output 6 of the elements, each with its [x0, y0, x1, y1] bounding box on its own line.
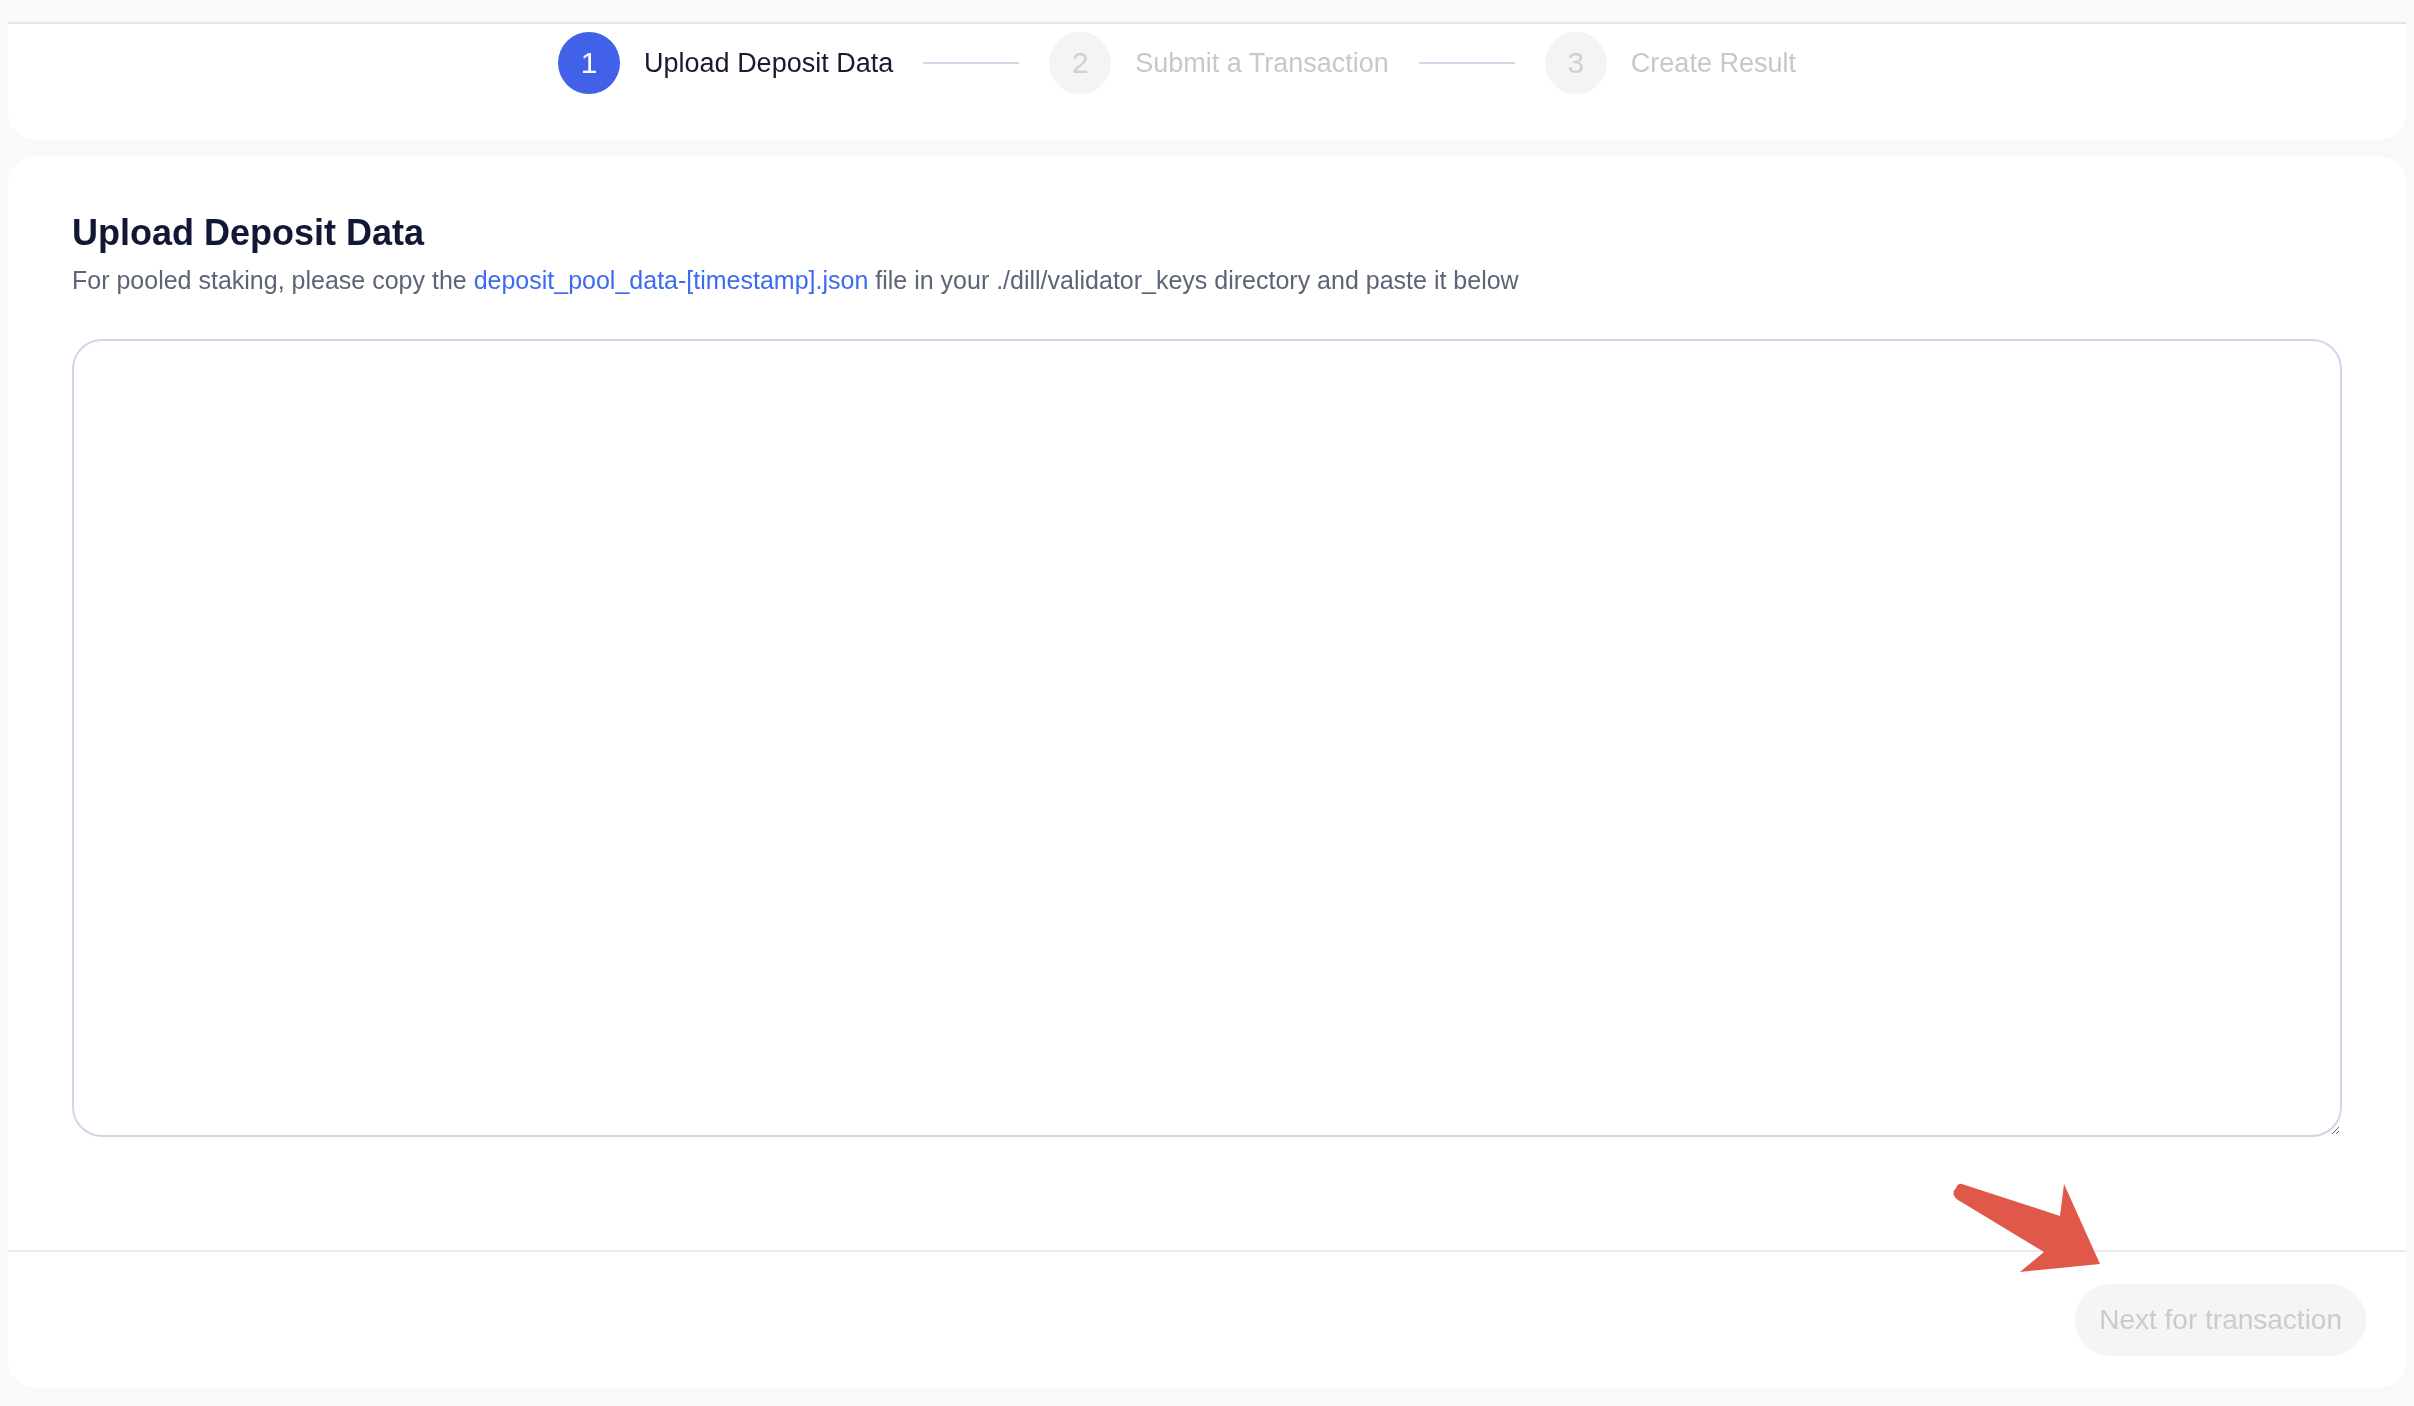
- step-number: 1: [558, 32, 621, 94]
- instruction-text: For pooled staking, please copy the deposit_pool_data-[timestamp].json file in your ./dill/validator_keys directory and paste it below: [72, 266, 1520, 295]
- section-title: Upload Deposit Data: [72, 212, 426, 254]
- file-link[interactable]: deposit_pool_data-[timestamp].json: [473, 266, 869, 294]
- step-label: Upload Deposit Data: [644, 47, 894, 79]
- deposit-data-field[interactable]: [72, 339, 2342, 1137]
